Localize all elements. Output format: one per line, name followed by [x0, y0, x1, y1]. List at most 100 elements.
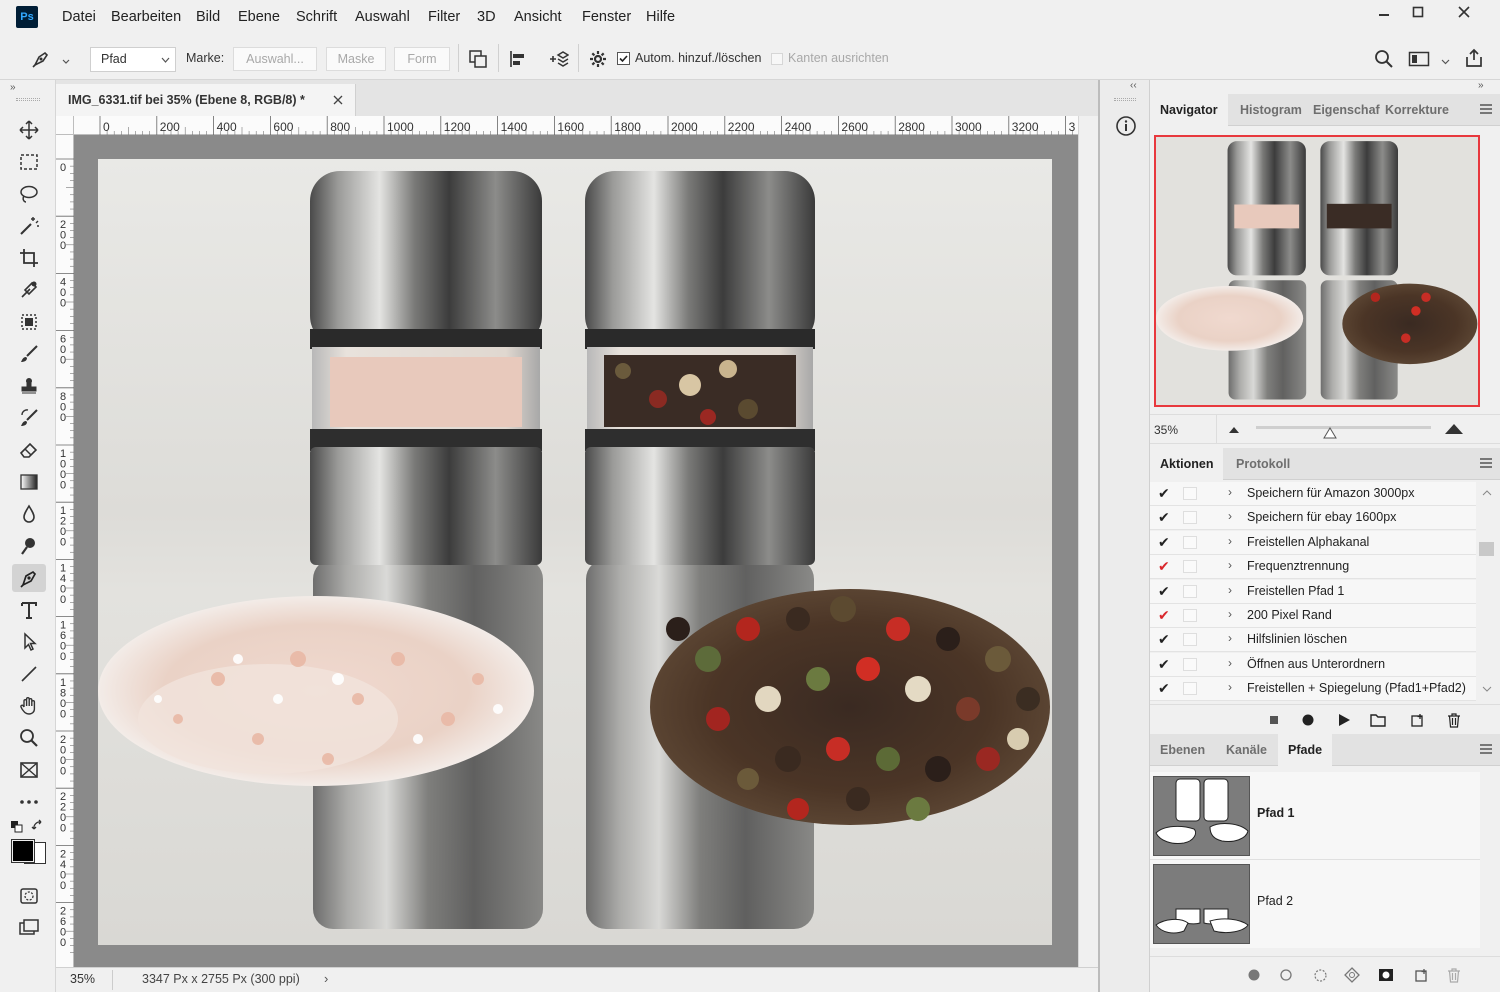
- tab-paths[interactable]: Pfade: [1278, 734, 1333, 766]
- panel-menu-icon[interactable]: [1480, 104, 1492, 114]
- zoom-level-field[interactable]: 35%: [70, 972, 95, 986]
- path-row-1[interactable]: Pfad 1: [1150, 772, 1480, 860]
- pen-tool-preset-icon[interactable]: [28, 48, 54, 70]
- action-row[interactable]: ✔ › Freistellen + Spiegelung (Pfad1+Pfad2): [1150, 677, 1476, 702]
- action-label[interactable]: Freistellen Alphakanal: [1247, 535, 1369, 549]
- collapse-arrows-icon[interactable]: ‹‹: [1130, 80, 1137, 91]
- tab-history[interactable]: Protokoll: [1226, 448, 1300, 480]
- action-label[interactable]: Frequenztrennung: [1247, 559, 1349, 573]
- delete-icon[interactable]: [1446, 712, 1462, 728]
- mask-button[interactable]: Maske: [326, 47, 386, 71]
- scroll-down-icon[interactable]: [1482, 686, 1492, 692]
- clone-stamp-tool-icon[interactable]: [12, 372, 46, 400]
- menu-ansicht[interactable]: Ansicht: [514, 9, 562, 25]
- navigator-zoom-value[interactable]: 35%: [1154, 423, 1178, 437]
- action-enabled-check-icon[interactable]: ✔: [1158, 631, 1172, 647]
- horizontal-ruler[interactable]: 0 200 400 600 800 1000 1200 1400 1600 1800 2000 220…: [74, 116, 1078, 135]
- zoom-slider-thumb[interactable]: [1322, 427, 1337, 439]
- tool-mode-select[interactable]: Pfad: [90, 47, 176, 72]
- tab-adjustments[interactable]: Korrekture: [1375, 94, 1459, 126]
- action-dialog-toggle[interactable]: [1183, 511, 1197, 525]
- stroke-path-icon[interactable]: [1278, 967, 1294, 983]
- marquee-tool-icon[interactable]: [12, 148, 46, 176]
- minimize-button[interactable]: [1368, 0, 1400, 24]
- info-icon[interactable]: [1114, 114, 1138, 138]
- close-window-button[interactable]: [1448, 0, 1480, 24]
- default-colors-icon[interactable]: [10, 820, 24, 834]
- tab-histogram[interactable]: Histogram: [1230, 94, 1312, 126]
- artboard-icon[interactable]: [12, 756, 46, 784]
- action-enabled-check-icon[interactable]: ✔: [1158, 607, 1172, 623]
- action-enabled-check-icon[interactable]: ✔: [1158, 534, 1172, 550]
- close-tab-icon[interactable]: [333, 95, 343, 105]
- action-dialog-toggle[interactable]: [1183, 535, 1197, 549]
- quick-mask-icon[interactable]: [12, 882, 46, 910]
- action-row[interactable]: ✔ › Öffnen aus Unterordnern: [1150, 652, 1476, 677]
- chevron-down-icon[interactable]: [62, 54, 70, 64]
- action-dialog-toggle[interactable]: [1183, 584, 1197, 598]
- play-icon[interactable]: [1336, 712, 1352, 728]
- expand-chevron-icon[interactable]: ›: [1228, 680, 1232, 694]
- hand-tool-icon[interactable]: [12, 692, 46, 720]
- path-row-2[interactable]: Pfad 2: [1150, 860, 1480, 948]
- action-row[interactable]: ✔ › Hilfslinien löschen: [1150, 628, 1476, 653]
- path-selection-tool-icon[interactable]: [12, 628, 46, 656]
- pen-tool-icon[interactable]: [12, 564, 46, 592]
- stop-icon[interactable]: [1266, 712, 1282, 728]
- action-label[interactable]: Freistellen Pfad 1: [1247, 584, 1344, 598]
- vertical-ruler[interactable]: 0 200 400 600 800 1000 1200 1400 1600 1800 2000 220…: [56, 135, 74, 967]
- action-enabled-check-icon[interactable]: ✔: [1158, 509, 1172, 525]
- status-info-chevron-icon[interactable]: ›: [324, 971, 328, 986]
- expand-chevron-icon[interactable]: ›: [1228, 656, 1232, 670]
- expand-chevron-icon[interactable]: ›: [1228, 485, 1232, 499]
- eraser-tool-icon[interactable]: [12, 436, 46, 464]
- action-label[interactable]: Freistellen + Spiegelung (Pfad1+Pfad2): [1247, 681, 1466, 695]
- menu-fenster[interactable]: Fenster: [582, 9, 631, 25]
- expand-chevron-icon[interactable]: ›: [1228, 534, 1232, 548]
- action-label[interactable]: Speichern für ebay 1600px: [1247, 510, 1396, 524]
- folder-icon[interactable]: [1370, 712, 1386, 728]
- tab-actions[interactable]: Aktionen: [1150, 448, 1224, 480]
- zoom-in-icon[interactable]: [1444, 423, 1464, 435]
- dodge-tool-icon[interactable]: [12, 532, 46, 560]
- action-row[interactable]: ✔ › Speichern für ebay 1600px: [1150, 506, 1476, 531]
- gradient-tool-icon[interactable]: [12, 468, 46, 496]
- tab-layers[interactable]: Ebenen: [1150, 734, 1215, 766]
- action-label[interactable]: Hilfslinien löschen: [1247, 632, 1347, 646]
- lasso-tool-icon[interactable]: [12, 180, 46, 208]
- more-tools-icon[interactable]: [12, 788, 46, 816]
- magic-wand-tool-icon[interactable]: [12, 212, 46, 240]
- fill-path-icon[interactable]: [1246, 967, 1262, 983]
- zoom-tool-icon[interactable]: [12, 724, 46, 752]
- expand-chevron-icon[interactable]: ›: [1228, 509, 1232, 523]
- action-row[interactable]: ✔ › Speichern für Amazon 3000px: [1150, 482, 1476, 506]
- scrollbar-thumb[interactable]: [1479, 542, 1494, 556]
- brush-tool-icon[interactable]: [12, 340, 46, 368]
- workspace-icon[interactable]: [1406, 48, 1432, 70]
- new-path-icon[interactable]: [1414, 967, 1430, 983]
- action-dialog-toggle[interactable]: [1183, 682, 1197, 696]
- zoom-out-icon[interactable]: [1228, 426, 1240, 434]
- action-dialog-toggle[interactable]: [1183, 657, 1197, 671]
- action-row[interactable]: ✔ › Frequenztrennung: [1150, 555, 1476, 580]
- path-arrangement-icon[interactable]: [545, 48, 571, 70]
- zoom-slider-track[interactable]: [1256, 426, 1431, 429]
- screen-mode-icon[interactable]: [12, 914, 46, 942]
- add-mask-icon[interactable]: [1378, 967, 1394, 983]
- panel-grip[interactable]: [1114, 98, 1136, 101]
- action-label[interactable]: Speichern für Amazon 3000px: [1247, 486, 1414, 500]
- action-enabled-check-icon[interactable]: ✔: [1158, 583, 1172, 599]
- path-name-1[interactable]: Pfad 1: [1257, 806, 1295, 820]
- path-to-selection-icon[interactable]: [1312, 967, 1328, 983]
- toolbar-grip[interactable]: [16, 98, 40, 101]
- action-label[interactable]: Öffnen aus Unterordnern: [1247, 657, 1385, 671]
- type-tool-icon[interactable]: [12, 596, 46, 624]
- menu-hilfe[interactable]: Hilfe: [646, 9, 675, 25]
- menu-bearbeiten[interactable]: Bearbeiten: [111, 9, 181, 25]
- action-label[interactable]: 200 Pixel Rand: [1247, 608, 1332, 622]
- collapse-arrows-icon[interactable]: »: [1478, 80, 1484, 91]
- blur-tool-icon[interactable]: [12, 500, 46, 528]
- scroll-up-icon[interactable]: [1482, 490, 1492, 496]
- gear-icon[interactable]: [586, 48, 610, 70]
- actions-scrollbar[interactable]: [1478, 486, 1496, 700]
